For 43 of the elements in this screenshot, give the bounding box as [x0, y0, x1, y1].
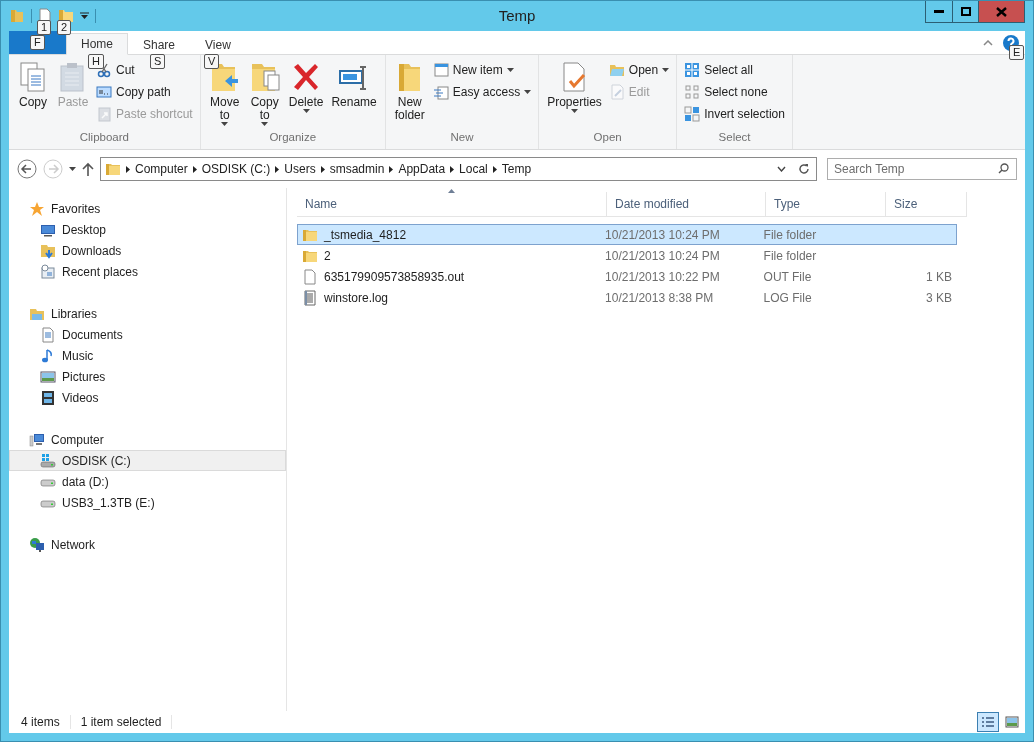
nav-tree-label: Recent places — [62, 264, 139, 279]
date-modified: 10/21/2013 8:38 PM — [605, 290, 714, 305]
window-title: Temp — [498, 7, 536, 24]
keytip-tooltip: V — [204, 54, 220, 69]
file-name: 635179909573858935.out — [324, 269, 465, 284]
nav-tree-label: Pictures — [62, 369, 106, 384]
keytip: E — [1009, 44, 1025, 60]
date-modified: 10/21/2013 10:24 PM — [605, 227, 720, 242]
nav-tree-label: Videos — [62, 390, 99, 405]
selection-count: 1 item selected — [80, 715, 173, 729]
group-label: Clipboard — [78, 131, 130, 145]
nav-tree-label: Libraries — [51, 306, 98, 321]
file-type: File folder — [763, 227, 817, 242]
keytip: 1 — [37, 20, 52, 35]
nav-tree-label: OSDISK (C:) — [62, 453, 131, 468]
group-label: Select — [717, 131, 752, 145]
file-name: _tsmedia_4812 — [324, 227, 407, 242]
file-size: 3 KB — [926, 290, 952, 305]
nav-tree-label: data (D:) — [62, 474, 109, 489]
keytip: F — [30, 35, 45, 50]
file-name: winstore.log — [324, 290, 389, 305]
nav-tree-label: Desktop — [62, 222, 107, 237]
nav-tree-label: Computer — [51, 432, 104, 447]
keytip-tooltip: H — [88, 54, 104, 69]
nav-tree-label: Downloads — [62, 243, 122, 258]
item-count: 4 items — [21, 715, 71, 729]
group-label: Organize — [268, 131, 318, 145]
keytip-tooltip: S — [150, 54, 166, 69]
file-name: 2 — [324, 248, 331, 263]
group-label: Open — [592, 131, 623, 145]
file-size: 1 KB — [926, 269, 952, 284]
nav-tree-label: Music — [62, 348, 94, 363]
file-type: File folder — [763, 248, 817, 263]
file-type: OUT File — [763, 269, 812, 284]
keytip: 2 — [57, 20, 72, 35]
nav-tree-label: Network — [51, 537, 95, 552]
nav-tree-label: Documents — [62, 327, 123, 342]
date-modified: 10/21/2013 10:22 PM — [605, 269, 720, 284]
group-label: New — [449, 131, 475, 145]
date-modified: 10/21/2013 10:24 PM — [605, 248, 720, 263]
file-type: LOG File — [763, 290, 812, 305]
nav-tree-label: USB3_1.3TB (E:) — [62, 495, 155, 510]
nav-tree-label: Favorites — [51, 201, 101, 216]
